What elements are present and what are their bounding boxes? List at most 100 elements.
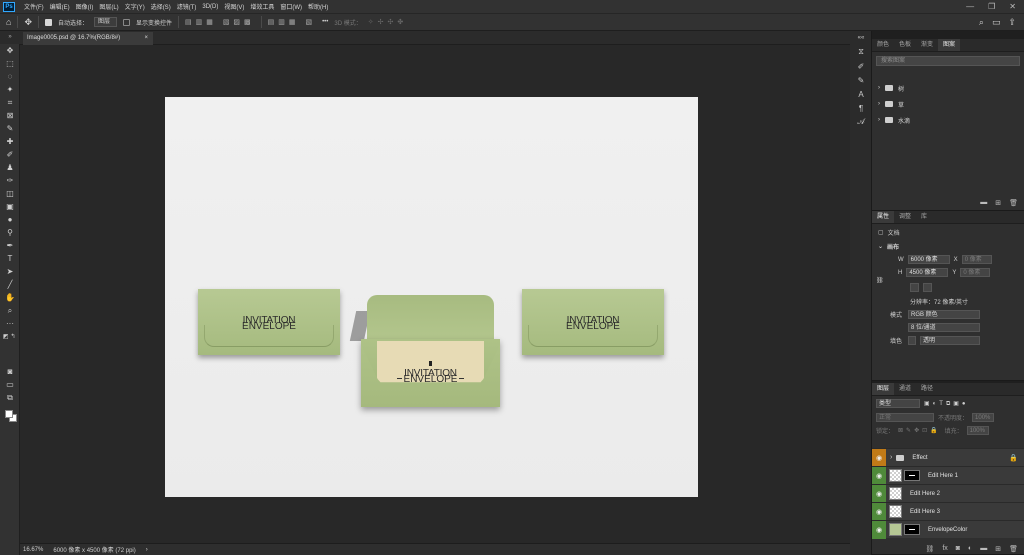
layer-row[interactable]: ◉ › Effect 🔒 <box>872 448 1024 467</box>
home-icon[interactable]: ⌂ <box>6 17 11 27</box>
opacity-field[interactable]: 100% <box>972 413 995 422</box>
trash-icon[interactable]: 🗑 <box>1009 545 1018 553</box>
eye-icon[interactable]: ◉ <box>872 484 886 503</box>
layer-row[interactable]: ◉ EnvelopeColor <box>872 520 1024 539</box>
eye-icon[interactable]: ◉ <box>872 448 886 467</box>
menu-file[interactable]: 文件(F) <box>21 2 47 11</box>
menu-3d[interactable]: 3D(D) <box>199 4 221 10</box>
tab-paths[interactable]: 路径 <box>916 383 938 395</box>
adjustment-icon[interactable]: ◐ <box>968 545 972 553</box>
pattern-group-grass[interactable]: › 草 <box>872 96 1024 112</box>
menu-image[interactable]: 图像(I) <box>73 2 97 11</box>
tab-layers[interactable]: 图层 <box>872 383 895 395</box>
new-pattern-icon[interactable]: ⊞ <box>995 199 1001 207</box>
dodge-tool-icon[interactable]: ⚲ <box>0 226 20 239</box>
auto-select-checkbox[interactable] <box>44 18 52 26</box>
lock-icons[interactable]: ⊠✎✥⊡🔒 <box>898 427 941 434</box>
stamp-tool-icon[interactable]: ♟ <box>0 161 20 174</box>
eye-icon[interactable]: ◉ <box>872 520 886 539</box>
menu-type[interactable]: 文字(Y) <box>122 2 148 11</box>
bit-depth-dropdown[interactable]: 8 位/通道 <box>908 323 980 332</box>
foreground-color-swatch[interactable] <box>5 410 13 418</box>
zoom-level[interactable]: 16.67% <box>23 547 43 553</box>
tab-gradients[interactable]: 渐变 <box>916 39 938 51</box>
menu-view[interactable]: 视图(V) <box>221 2 247 11</box>
lasso-tool-icon[interactable]: ◌ <box>0 70 20 83</box>
zoom-tool-icon[interactable]: ⌕ <box>0 304 20 317</box>
tab-adjustments[interactable]: 调整 <box>894 211 916 223</box>
collapse-panels-icon[interactable]: «« <box>850 31 872 45</box>
color-swatches[interactable] <box>0 343 20 365</box>
fill-dropdown[interactable]: 透明 <box>920 336 980 345</box>
transform-controls-checkbox[interactable] <box>123 18 131 26</box>
blend-mode-dropdown[interactable]: 正常 <box>876 413 934 422</box>
menu-select[interactable]: 选择(S) <box>148 2 174 11</box>
chevron-right-icon[interactable]: › <box>890 454 892 461</box>
chevron-right-icon[interactable]: › <box>878 117 880 123</box>
tab-libraries[interactable]: 库 <box>916 211 932 223</box>
new-layer-icon[interactable]: ⊞ <box>995 545 1001 553</box>
layer-row[interactable]: ◉ Edit Here 3 <box>872 502 1024 521</box>
align-buttons-icon[interactable]: ▤▥▦ ▧▨▩ <box>185 18 255 26</box>
close-tab-icon[interactable]: × <box>144 32 148 45</box>
eye-icon[interactable]: ◉ <box>872 466 886 485</box>
width-field[interactable]: 6000 像素 <box>907 255 950 264</box>
new-group-icon[interactable]: ▬ <box>980 199 987 207</box>
more-options-button[interactable]: ••• <box>322 19 328 25</box>
pen-tool-icon[interactable]: ✒ <box>0 239 20 252</box>
quick-mask-icon[interactable]: ◙ <box>0 365 20 378</box>
tab-channels[interactable]: 通道 <box>894 383 916 395</box>
path-select-icon[interactable]: ➤ <box>0 265 20 278</box>
canvas-section-header[interactable]: ⌄ 画布 <box>872 240 1024 253</box>
portrait-icon[interactable] <box>910 282 919 292</box>
move-tool-icon[interactable]: ✥ <box>0 44 20 57</box>
eraser-icon[interactable]: ◫ <box>0 187 20 200</box>
fill-percent-field[interactable]: 100% <box>966 426 989 435</box>
history-brush-icon[interactable]: ✑ <box>0 174 20 187</box>
artboard-icon[interactable]: ⧉ <box>0 391 20 404</box>
menu-edit[interactable]: 编辑(E) <box>47 2 73 11</box>
document-tab[interactable]: Image0005.psd @ 16.7%(RGB/8#) × <box>23 32 153 45</box>
crop-tool-icon[interactable]: ⌗ <box>0 96 20 109</box>
type-tool-icon[interactable]: T <box>0 252 20 265</box>
chevron-right-icon[interactable]: › <box>878 101 880 107</box>
frame-tool-icon[interactable]: ⊠ <box>0 109 20 122</box>
swap-colors-icon[interactable]: ◩ ↰ <box>0 330 20 343</box>
mode-dropdown[interactable]: RGB 颜色 <box>908 310 980 319</box>
history-icon[interactable]: ⧖ <box>850 45 872 59</box>
3d-mode-icons[interactable]: ✧✢✣✤ <box>368 18 407 26</box>
distribute-buttons-icon[interactable]: ▤▥▦ ▧ <box>268 18 316 26</box>
link-layers-icon[interactable]: ⛓ <box>925 545 934 553</box>
gradient-tool-icon[interactable]: ▣ <box>0 200 20 213</box>
trash-icon[interactable]: 🗑 <box>1009 199 1018 207</box>
menu-filter[interactable]: 滤镜(T) <box>174 2 200 11</box>
eye-icon[interactable]: ◉ <box>872 502 886 521</box>
landscape-icon[interactable] <box>923 282 932 292</box>
brush-tool-icon[interactable]: ✐ <box>0 148 20 161</box>
minimize-button[interactable]: — <box>966 2 974 11</box>
tab-patterns[interactable]: 图案 <box>938 39 961 51</box>
tab-swatches[interactable]: 色板 <box>894 39 916 51</box>
canvas-area[interactable]: INVITATION ENVELOPE INVITATION ENVELOPE … <box>20 45 850 543</box>
marquee-tool-icon[interactable]: ⬚ <box>0 57 20 70</box>
chevron-down-icon[interactable]: ⌄ <box>878 243 883 250</box>
more-tools-icon[interactable]: ··· <box>0 317 20 330</box>
layer-row[interactable]: ◉ Edit Here 2 <box>872 484 1024 503</box>
blur-tool-icon[interactable]: ● <box>0 213 20 226</box>
paragraph-icon[interactable]: ¶ <box>850 101 872 115</box>
workspace-icon[interactable]: ▭ <box>992 17 1001 28</box>
pattern-group-water[interactable]: › 水滴 <box>872 112 1024 128</box>
character-icon[interactable]: A <box>850 87 872 101</box>
screen-mode-icon[interactable]: ▭ <box>0 378 20 391</box>
line-tool-icon[interactable]: ╱ <box>0 278 20 291</box>
auto-select-dropdown[interactable]: 图层 <box>94 17 118 27</box>
eyedropper-icon[interactable]: ✎ <box>0 122 20 135</box>
x-field[interactable]: 0 像素 <box>961 255 992 264</box>
glyphs-icon[interactable]: 𝒜 <box>850 115 872 129</box>
menu-help[interactable]: 帮助(H) <box>305 2 331 11</box>
menu-window[interactable]: 窗口(W) <box>277 2 305 11</box>
filter-icons[interactable]: ▣◐T⧉▣● <box>924 400 969 408</box>
brushes-icon[interactable]: ✎ <box>850 73 872 87</box>
menu-layer[interactable]: 图层(L) <box>96 2 121 11</box>
search-icon[interactable]: ⌕ <box>979 17 984 28</box>
